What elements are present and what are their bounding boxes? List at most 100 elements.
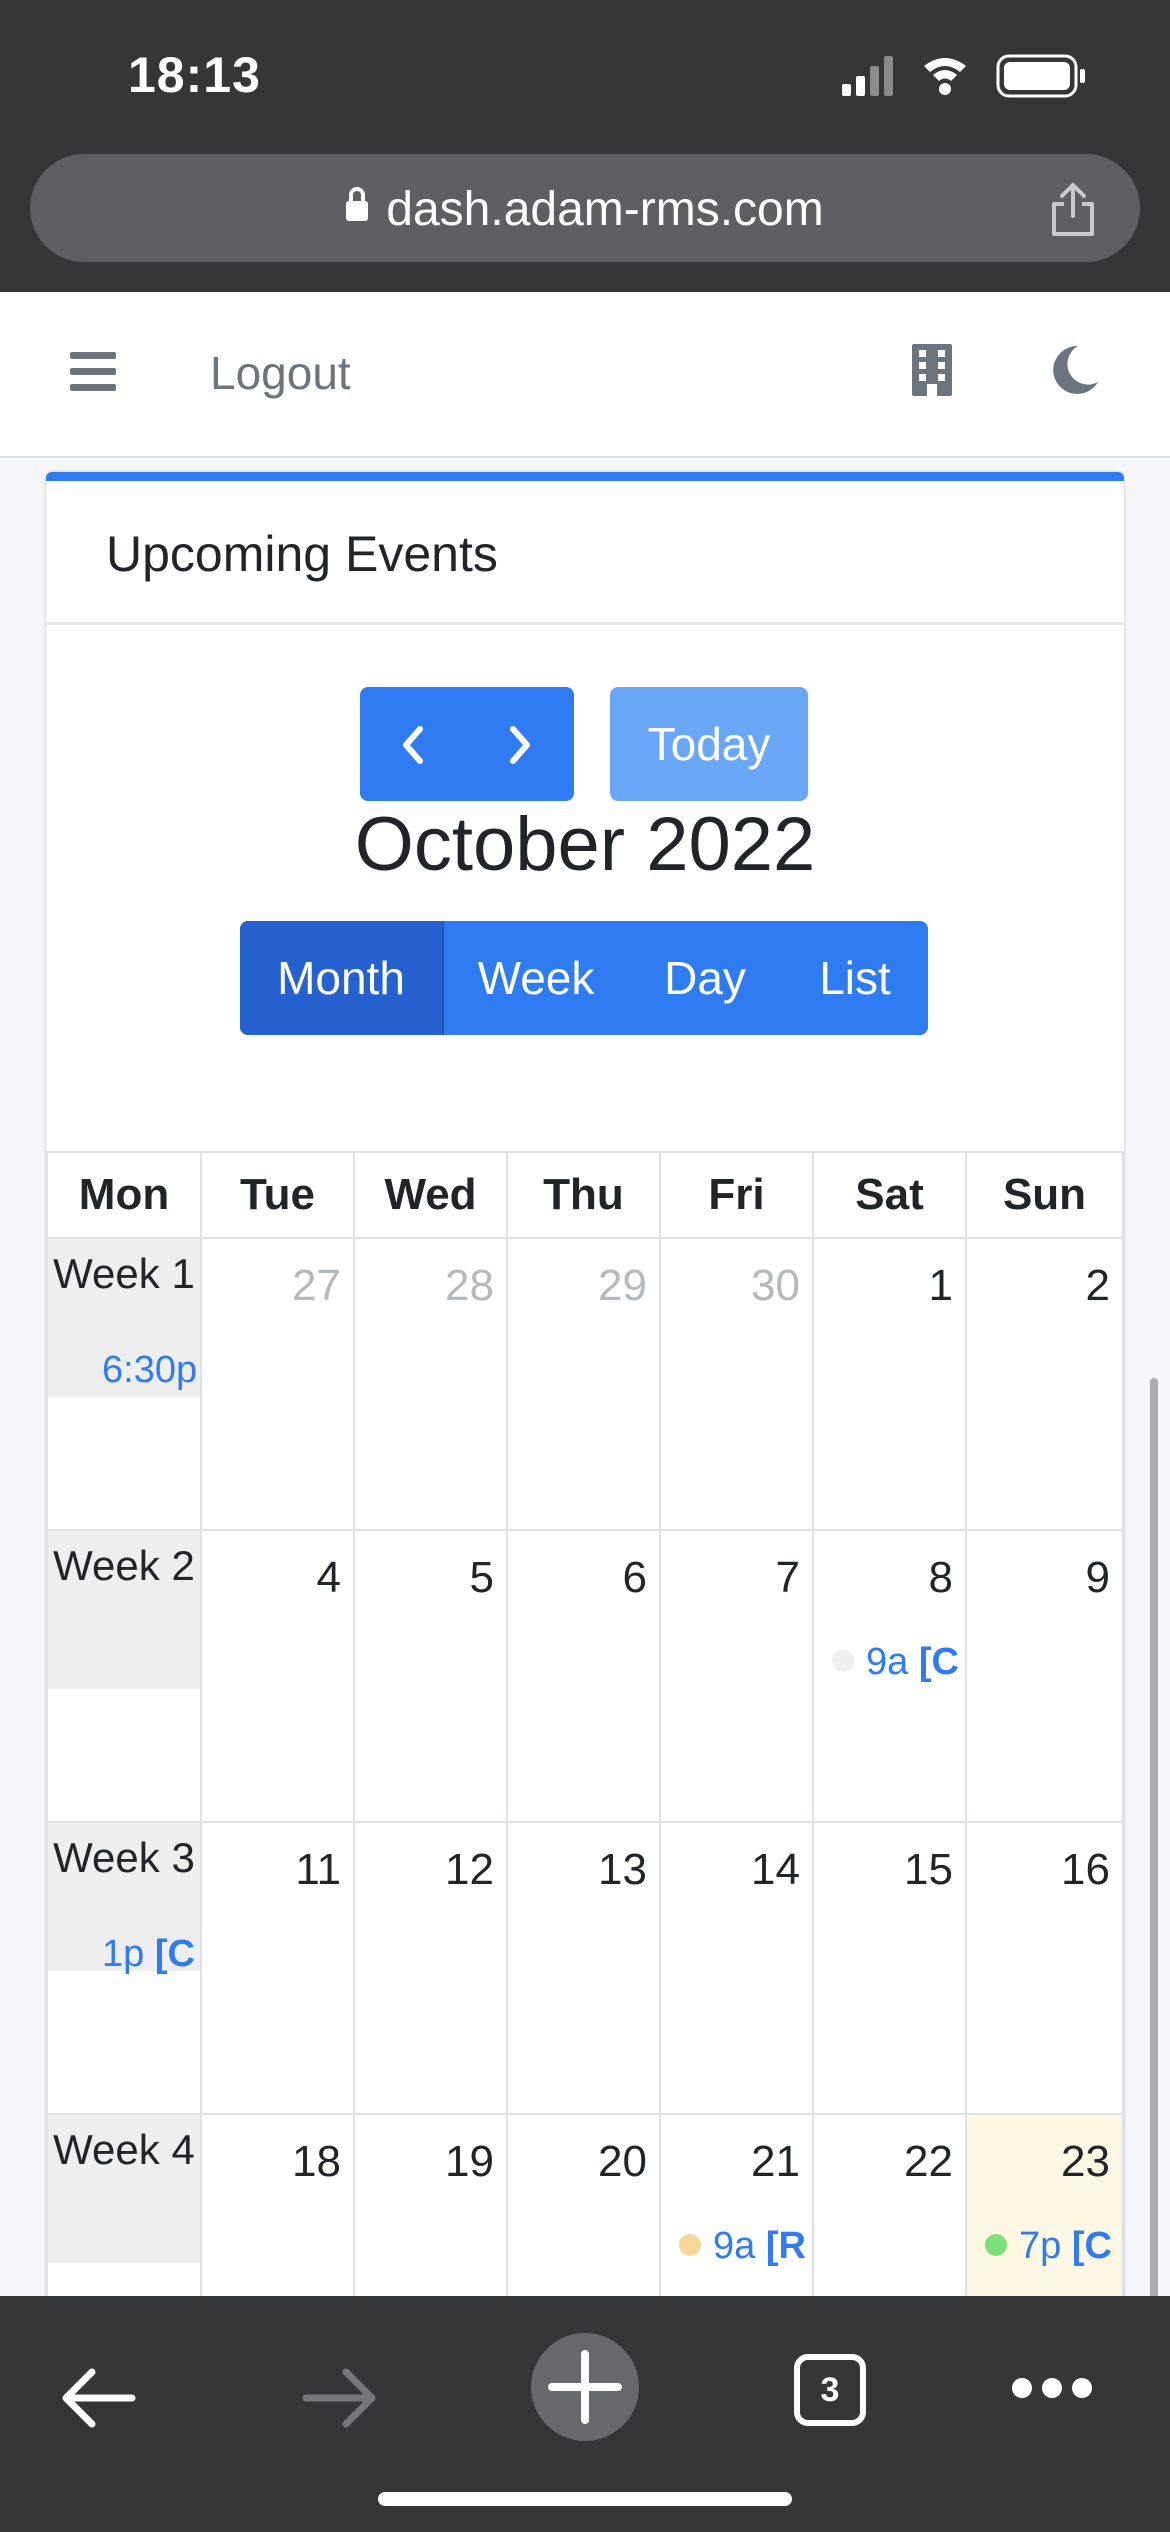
upcoming-events-card: Upcoming Events Today October 2022 Month <box>46 472 1124 2296</box>
day-cell[interactable]: 5 <box>353 1531 506 1823</box>
today-button[interactable]: Today <box>610 687 808 801</box>
menu-icon[interactable] <box>70 352 116 392</box>
status-bar: 18:13 <box>0 0 1170 150</box>
dark-mode-moon-icon[interactable] <box>1048 344 1100 396</box>
week-row: 3 Week 2 4 5 6 7 8 9 9a [C <box>46 1531 1124 1823</box>
prev-month-button[interactable] <box>360 687 467 801</box>
day-number: 18 <box>292 2137 341 2186</box>
day-header: Tue <box>200 1151 353 1239</box>
week-row: 17 Week 4 18 19 20 21 22 23 9a [R 7p [C <box>46 2115 1124 2296</box>
week-number-link[interactable]: Week 2 <box>48 1531 200 1689</box>
day-cell[interactable]: 2 <box>965 1239 1124 1531</box>
calendar-toolbar: Today October 2022 Month Week Day List <box>46 625 1124 1045</box>
day-cell[interactable]: 29 <box>506 1239 659 1531</box>
more-options-icon[interactable] <box>1010 2376 1094 2400</box>
lock-icon <box>346 187 369 221</box>
day-number: 29 <box>598 1261 647 1310</box>
week-row: 26 Week 1 27 28 29 30 1 2 6:30p <box>46 1239 1124 1531</box>
day-cell[interactable]: 3 Week 2 <box>46 1531 200 1823</box>
event-time: 9a <box>866 1641 909 1683</box>
day-cell[interactable]: 16 <box>965 1823 1124 2115</box>
new-tab-plus-icon[interactable] <box>530 2332 640 2442</box>
home-indicator[interactable] <box>378 2492 792 2506</box>
day-number: 30 <box>751 1261 800 1310</box>
event-color-dot <box>832 1649 854 1672</box>
day-cell[interactable]: 18 <box>200 2115 353 2296</box>
page-content: Upcoming Events Today October 2022 Month <box>0 458 1170 2296</box>
day-cell[interactable]: 27 <box>200 1239 353 1531</box>
day-cell[interactable]: 20 <box>506 2115 659 2296</box>
day-number: 16 <box>1061 1845 1110 1894</box>
view-month-button[interactable]: Month <box>240 921 444 1035</box>
calendar-title: October 2022 <box>354 802 816 887</box>
day-cell[interactable]: 6 <box>506 1531 659 1823</box>
day-cell[interactable]: 21 <box>659 2115 812 2296</box>
day-number: 19 <box>445 2137 494 2186</box>
calendar-event[interactable]: 9a [C <box>832 1641 962 1684</box>
event-title: [C <box>1071 2225 1112 2267</box>
day-cell[interactable]: 1 <box>812 1239 965 1531</box>
day-cell[interactable]: 7 <box>659 1531 812 1823</box>
event-color-dot <box>68 1357 90 1380</box>
week-row: 10 Week 3 11 12 13 14 15 16 1p [C <box>46 1823 1124 2115</box>
event-title: [C <box>154 1933 195 1975</box>
day-header: Wed <box>353 1151 506 1239</box>
card-header: Upcoming Events <box>46 481 1124 625</box>
day-cell[interactable]: 12 <box>353 1823 506 2115</box>
building-icon[interactable] <box>910 342 954 398</box>
view-day-button[interactable]: Day <box>628 921 782 1035</box>
day-number: 21 <box>751 2137 800 2186</box>
next-month-button[interactable] <box>467 687 574 801</box>
day-cell[interactable]: 4 <box>200 1531 353 1823</box>
day-number: 20 <box>598 2137 647 2186</box>
day-cell[interactable]: 13 <box>506 1823 659 2115</box>
day-cell[interactable]: 30 <box>659 1239 812 1531</box>
week-number-link[interactable]: Week 4 <box>48 2115 200 2263</box>
day-cell[interactable]: 9 <box>965 1531 1124 1823</box>
tab-count-button[interactable]: 3 <box>794 2354 866 2426</box>
day-cell[interactable]: 15 <box>812 1823 965 2115</box>
status-icons <box>842 52 1092 102</box>
day-header: Mon <box>46 1151 200 1239</box>
event-time: 6:30p <box>102 1349 198 1391</box>
day-number: 14 <box>751 1845 800 1894</box>
day-number: 1 <box>928 1261 953 1310</box>
back-arrow-icon[interactable] <box>60 2366 136 2430</box>
day-header-row: Mon Tue Wed Thu Fri Sat Sun <box>46 1151 1124 1239</box>
event-time: 9a <box>713 2225 756 2267</box>
share-icon[interactable] <box>1048 182 1098 238</box>
day-cell[interactable]: 22 <box>812 2115 965 2296</box>
day-number: 28 <box>445 1261 494 1310</box>
day-number: 6 <box>622 1553 647 1602</box>
day-cell[interactable]: 28 <box>353 1239 506 1531</box>
event-time: 7p <box>1019 2225 1062 2267</box>
day-cell[interactable]: 14 <box>659 1823 812 2115</box>
day-header: Fri <box>659 1151 812 1239</box>
day-number: 11 <box>295 1845 341 1894</box>
day-number: 2 <box>1085 1261 1110 1310</box>
day-cell-today[interactable]: 23 <box>965 2115 1124 2296</box>
calendar-event[interactable]: 9a [R <box>679 2225 809 2268</box>
calendar-event[interactable]: 7p [C <box>985 2225 1121 2268</box>
event-title: [R <box>765 2225 806 2267</box>
calendar-event[interactable]: 6:30p <box>68 1349 198 1392</box>
forward-arrow-icon <box>302 2368 376 2428</box>
signal-wifi-battery-icon <box>842 54 1085 98</box>
view-week-button[interactable]: Week <box>444 921 628 1035</box>
day-header: Thu <box>506 1151 659 1239</box>
card-title: Upcoming Events <box>106 526 498 582</box>
view-list-button[interactable]: List <box>782 921 928 1035</box>
day-cell[interactable]: 19 <box>353 2115 506 2296</box>
day-cell[interactable]: 11 <box>200 1823 353 2115</box>
day-number: 8 <box>928 1553 953 1602</box>
day-cell[interactable]: 17 Week 4 <box>46 2115 200 2296</box>
event-color-dot <box>679 2233 701 2256</box>
event-color-dot <box>68 1941 90 1964</box>
logout-link[interactable]: Logout <box>210 346 351 400</box>
day-number: 5 <box>469 1553 494 1602</box>
event-time: 1p <box>102 1933 145 1975</box>
calendar-event[interactable]: 1p [C <box>68 1933 198 1976</box>
day-header: Sun <box>965 1151 1124 1239</box>
page-scrollbar[interactable] <box>1150 1378 1158 2296</box>
url-bar[interactable]: dash.adam-rms.com <box>30 154 1140 262</box>
